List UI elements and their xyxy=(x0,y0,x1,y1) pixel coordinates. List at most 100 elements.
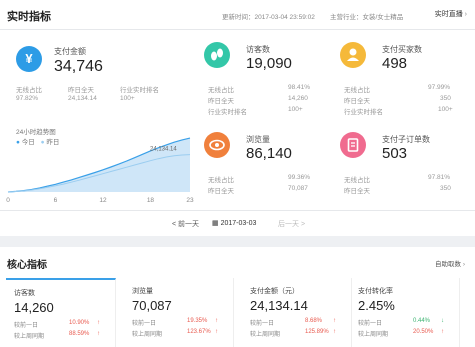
buyers-rank-value: 100+ xyxy=(438,106,453,113)
core-metric-label: 访客数 xyxy=(14,290,35,297)
compare-pct: 125.89% xyxy=(305,329,329,335)
compare-label: 较前一日 xyxy=(358,321,383,327)
pageviews-yesterday-value: 70,087 xyxy=(288,185,308,192)
trend-arrow-icon: ↑ xyxy=(97,320,100,326)
trend-arrow-icon: ↑ xyxy=(333,318,336,324)
trend-arrow-icon: ↑ xyxy=(441,329,444,335)
pageviews-label: 浏览量 xyxy=(246,135,270,144)
buyers-yesterday-value: 350 xyxy=(440,95,451,102)
trend-chart: 24小时趋势图 ● 今日 ● 昨日 24,134.14 0 6 12 18 23 xyxy=(0,120,195,208)
core-metric-card[interactable]: 支付转化率 2.45% 较前一日 0.44% ↓ 较上周同期 20.50% ↑ xyxy=(350,278,460,347)
page-title: 实时指标 xyxy=(7,11,51,23)
next-day-button[interactable]: 后一天 > xyxy=(278,219,305,229)
self-service-button[interactable]: 自助取数 › xyxy=(435,258,465,268)
pay-wireless-label: 无线占比 xyxy=(16,87,42,94)
core-metric-value: 14,260 xyxy=(14,300,54,315)
sub-orders-label: 支付子订单数 xyxy=(382,135,430,144)
buyers-value: 498 xyxy=(382,55,408,72)
x-tick-label: 12 xyxy=(99,197,107,204)
visitors-yesterday-value: 14,260 xyxy=(288,95,308,102)
visitors-rank-value: 100+ xyxy=(288,106,303,113)
core-metric-label: 支付转化率 xyxy=(358,288,393,295)
compare-label: 较上周同期 xyxy=(14,334,45,340)
sub-orders-wireless-label: 无线占比 xyxy=(344,177,370,184)
realtime-live-button[interactable]: 实时直播 › xyxy=(435,9,467,19)
core-metric-card[interactable]: 访客数 14,260 较前一日 10.90% ↑ 较上周同期 88.59% ↑ xyxy=(6,278,116,347)
pay-yesterday-value: 24,134.14 xyxy=(68,95,97,102)
core-metric-card[interactable]: 支付金额（元） 24,134.14 较前一日 8.68% ↑ 较上周同期 125.89% ↑ xyxy=(242,278,352,347)
buyers-tile[interactable]: 支付买家数 498 无线占比 97.99% 昨日全天 350 行业实时排名 10… xyxy=(340,38,466,128)
eye-icon xyxy=(204,132,230,158)
yen-icon: ¥ xyxy=(16,46,42,72)
x-tick-label: 6 xyxy=(54,197,58,204)
pay-amount-value: 34,746 xyxy=(54,58,103,75)
buyer-icon xyxy=(340,42,366,68)
buyers-wireless-value: 97.99% xyxy=(428,84,451,91)
footprint-icon xyxy=(204,42,230,68)
core-metric-card[interactable]: 浏览量 70,087 较前一日 19.35% ↑ 较上周同期 123.67% ↑ xyxy=(124,278,234,347)
pay-rank-value: 100+ xyxy=(120,95,135,102)
industry-label: 主营行业：女装/女士精品 xyxy=(330,14,404,21)
sub-orders-wireless-value: 97.81% xyxy=(428,174,451,181)
core-metric-value: 24,134.14 xyxy=(250,298,308,313)
core-metric-label: 支付金额（元） xyxy=(250,288,299,295)
visitors-wireless-value: 98.41% xyxy=(288,84,311,91)
compare-pct: 10.90% xyxy=(69,320,90,326)
sub-orders-yesterday-label: 昨日全天 xyxy=(344,188,370,195)
compare-last-week: 较上周同期 88.59% ↑ xyxy=(14,331,114,340)
compare-prev-day: 较前一日 0.44% ↓ xyxy=(358,318,458,327)
core-metric-value: 2.45% xyxy=(358,298,395,313)
core-metrics-panel: 核心指标 自助取数 › 访客数 14,260 较前一日 10.90% ↑ 较上周同期 88.… xyxy=(0,247,475,347)
visitors-yesterday-label: 昨日全天 xyxy=(208,98,234,105)
pay-rank-label: 行业实时排名 xyxy=(120,87,159,94)
core-metric-label: 浏览量 xyxy=(132,288,153,295)
compare-last-week: 较上周同期 20.50% ↑ xyxy=(358,329,458,338)
chart-annotation: 24,134.14 xyxy=(150,147,177,153)
buyers-label: 支付买家数 xyxy=(382,45,422,54)
pay-amount-label: 支付金额 xyxy=(54,47,86,56)
current-date: 2017-03-03 xyxy=(220,220,257,227)
compare-pct: 123.67% xyxy=(187,329,211,335)
x-tick-label: 0 xyxy=(6,197,10,204)
pageviews-tile[interactable]: 浏览量 86,140 无线占比 99.36% 昨日全天 70,087 xyxy=(204,128,330,218)
compare-label: 较上周同期 xyxy=(250,332,281,338)
core-metric-value: 70,087 xyxy=(132,298,172,313)
trend-arrow-icon: ↑ xyxy=(97,331,100,337)
compare-pct: 8.68% xyxy=(305,318,323,324)
compare-last-week: 较上周同期 123.67% ↑ xyxy=(132,329,232,338)
visitors-tile[interactable]: 访客数 19,090 无线占比 98.41% 昨日全天 14,260 行业实时排… xyxy=(204,38,330,128)
update-time: 更新时间：2017-03-04 23:59:02 xyxy=(222,14,315,21)
visitors-wireless-label: 无线占比 xyxy=(208,87,234,94)
compare-pct: 19.35% xyxy=(187,318,208,324)
x-tick-label: 18 xyxy=(147,197,155,204)
self-service-label: 自助取数 xyxy=(435,261,462,268)
pay-wireless-value: 97.82% xyxy=(16,95,39,102)
x-tick-label: 23 xyxy=(186,197,194,204)
prev-day-button[interactable]: < 前一天 xyxy=(172,219,199,229)
sub-orders-tile[interactable]: 支付子订单数 503 无线占比 97.81% 昨日全天 350 xyxy=(340,128,466,218)
visitors-value: 19,090 xyxy=(246,55,292,72)
trend-arrow-icon: ↑ xyxy=(333,329,336,335)
calendar-icon: ▦ xyxy=(212,220,219,227)
buyers-wireless-label: 无线占比 xyxy=(344,87,370,94)
trend-svg: 24,134.14 0 6 12 18 23 xyxy=(6,137,194,204)
visitors-rank-label: 行业实时排名 xyxy=(208,109,247,116)
trend-arrow-icon: ↑ xyxy=(215,318,218,324)
pageviews-yesterday-label: 昨日全天 xyxy=(208,188,234,195)
realtime-button-label: 实时直播 xyxy=(434,11,463,18)
sub-orders-yesterday-value: 350 xyxy=(440,185,451,192)
core-title: 核心指标 xyxy=(7,260,47,271)
chevron-right-icon: › xyxy=(464,11,467,18)
visitors-label: 访客数 xyxy=(246,45,270,54)
realtime-header: 实时指标 更新时间：2017-03-04 23:59:02 主营行业：女装/女士… xyxy=(0,0,475,30)
realtime-panel: 实时指标 更新时间：2017-03-04 23:59:02 主营行业：女装/女士… xyxy=(0,0,475,236)
compare-pct: 88.59% xyxy=(69,331,90,337)
compare-prev-day: 较前一日 10.90% ↑ xyxy=(14,320,114,329)
compare-pct: 20.50% xyxy=(413,329,434,335)
compare-label: 较上周同期 xyxy=(358,332,389,338)
date-picker[interactable]: ▦ 2017-03-03 xyxy=(212,219,256,227)
trend-arrow-icon: ↑ xyxy=(215,329,218,335)
trend-arrow-icon: ↓ xyxy=(441,318,444,324)
compare-last-week: 较上周同期 125.89% ↑ xyxy=(250,329,350,338)
pageviews-wireless-label: 无线占比 xyxy=(208,177,234,184)
